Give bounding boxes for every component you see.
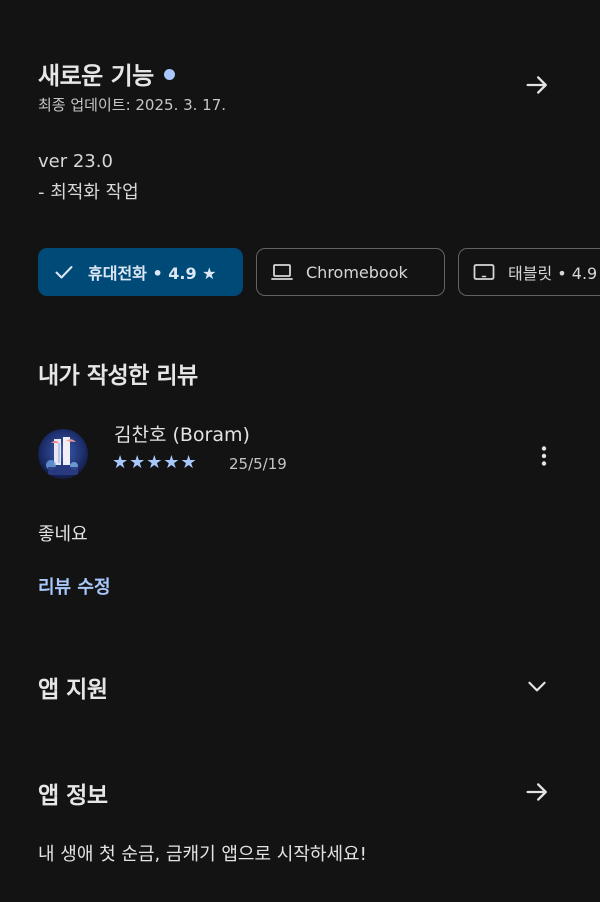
- chevron-down-icon: [528, 681, 546, 692]
- device-chip-chromebook[interactable]: Chromebook: [256, 248, 445, 296]
- new-indicator-dot: [163, 69, 175, 80]
- whats-new-title-text: 새로운 기능: [38, 62, 154, 90]
- star-rating: ★★★★★: [112, 452, 198, 473]
- avatar: [38, 429, 88, 479]
- edit-review-link[interactable]: 리뷰 수정: [38, 573, 111, 599]
- device-chip-label: Chromebook: [306, 262, 408, 282]
- last-updated: 최종 업데이트: 2025. 3. 17.: [38, 96, 227, 114]
- release-notes: ver 23.0 - 최적화 작업: [38, 146, 139, 208]
- app-support-heading[interactable]: 앱 지원: [38, 670, 108, 704]
- check-icon: [55, 266, 73, 279]
- more-vert-icon: [541, 446, 547, 466]
- laptop-icon: [271, 264, 293, 280]
- arrow-right-icon: [526, 76, 547, 94]
- review-text: 좋네요: [38, 524, 88, 545]
- device-chip-label: 휴대전화 • 4.9 ★: [88, 264, 217, 283]
- release-note-line: - 최적화 작업: [38, 182, 139, 203]
- app-info-heading[interactable]: 앱 정보: [38, 776, 108, 810]
- my-review-heading: 내가 작성한 리뷰: [38, 363, 198, 389]
- reviewer-name: 김찬호 (Boram): [114, 424, 250, 446]
- review-more-options-button[interactable]: [524, 436, 564, 476]
- device-chip-tablet[interactable]: 태블릿 • 4.9: [458, 248, 600, 296]
- app-info-arrow-button[interactable]: [517, 772, 557, 812]
- device-chip-phone[interactable]: 휴대전화 • 4.9 ★: [38, 248, 243, 296]
- review-date: 25/5/19: [229, 455, 287, 473]
- tablet-icon: [473, 264, 495, 280]
- device-chip-label: 태블릿 • 4.9: [508, 264, 598, 283]
- app-support-expand-button[interactable]: [517, 666, 557, 706]
- arrow-right-icon: [526, 783, 547, 801]
- release-note-line: ver 23.0: [38, 151, 113, 172]
- whats-new-arrow-button[interactable]: [517, 65, 557, 105]
- app-description: 내 생애 첫 순금, 금캐기 앱으로 시작하세요!: [38, 844, 367, 865]
- whats-new-title: 새로운 기능: [38, 56, 175, 91]
